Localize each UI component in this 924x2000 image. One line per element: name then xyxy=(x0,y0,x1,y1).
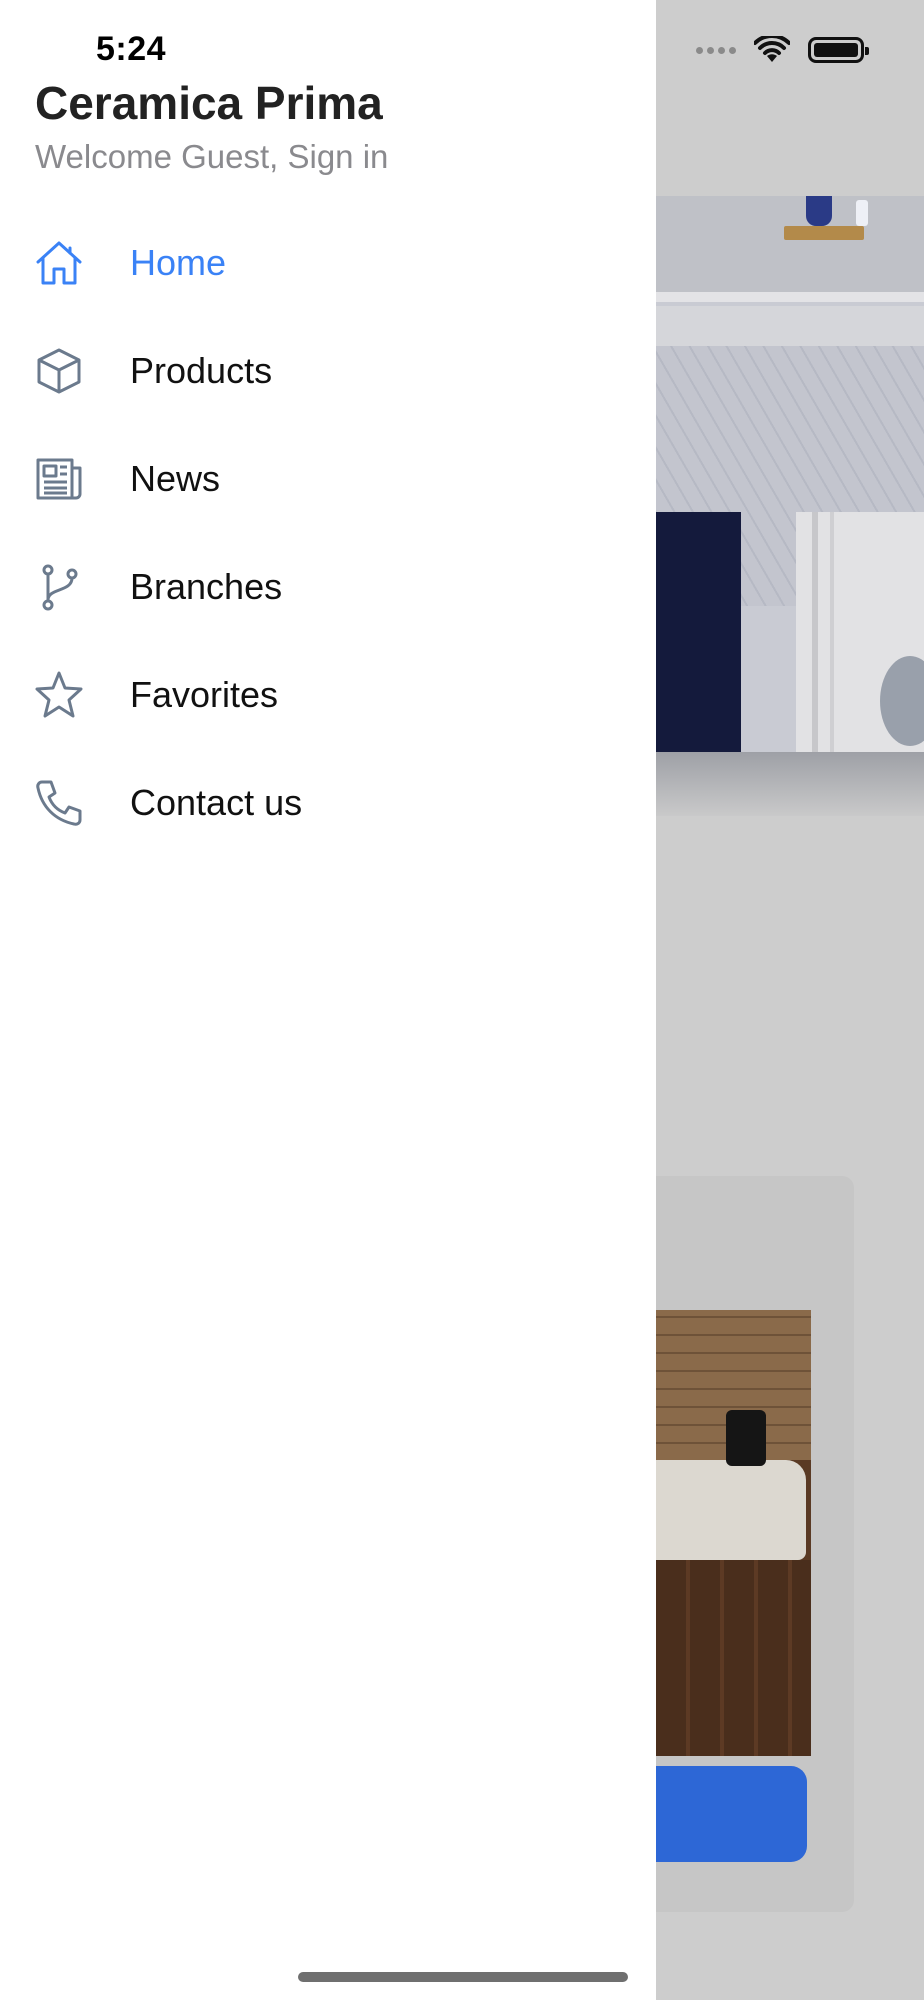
product-card-button[interactable] xyxy=(656,1766,807,1862)
status-indicators xyxy=(696,36,869,64)
menu-item-products[interactable]: Products xyxy=(0,316,656,424)
menu-item-label: News xyxy=(130,458,221,499)
cube-icon xyxy=(37,348,81,394)
status-time: 5:24 xyxy=(96,30,167,68)
battery-icon xyxy=(808,37,869,63)
drawer-menu: Home Products News Branches Favorites Co… xyxy=(0,208,656,856)
drawer-title: Ceramica Prima xyxy=(35,77,383,129)
wifi-icon xyxy=(754,36,790,62)
menu-item-label: Contact us xyxy=(130,782,303,823)
hero-banner-image[interactable] xyxy=(656,196,924,816)
menu-item-home[interactable]: Home xyxy=(0,208,656,316)
cellular-signal-icon xyxy=(696,46,736,54)
newspaper-icon xyxy=(36,458,82,500)
menu-item-label: Favorites xyxy=(130,674,279,715)
menu-item-favorites[interactable]: Favorites xyxy=(0,640,656,748)
product-photo[interactable] xyxy=(656,1310,811,1756)
navigation-drawer: 5:24 Ceramica Prima Welcome Guest, Sign … xyxy=(0,0,656,2000)
menu-item-label: Branches xyxy=(130,566,283,607)
menu-item-contact-us[interactable]: Contact us xyxy=(0,748,656,856)
home-icon xyxy=(36,241,82,285)
menu-item-news[interactable]: News xyxy=(0,424,656,532)
menu-item-label: Products xyxy=(130,350,273,391)
sign-in-link[interactable]: Welcome Guest, Sign in xyxy=(35,138,388,176)
home-indicator[interactable] xyxy=(298,1972,628,1982)
git-branch-icon xyxy=(42,564,78,611)
menu-item-branches[interactable]: Branches xyxy=(0,532,656,640)
star-icon xyxy=(35,671,83,718)
menu-item-label: Home xyxy=(130,242,227,283)
phone-icon xyxy=(36,780,82,826)
